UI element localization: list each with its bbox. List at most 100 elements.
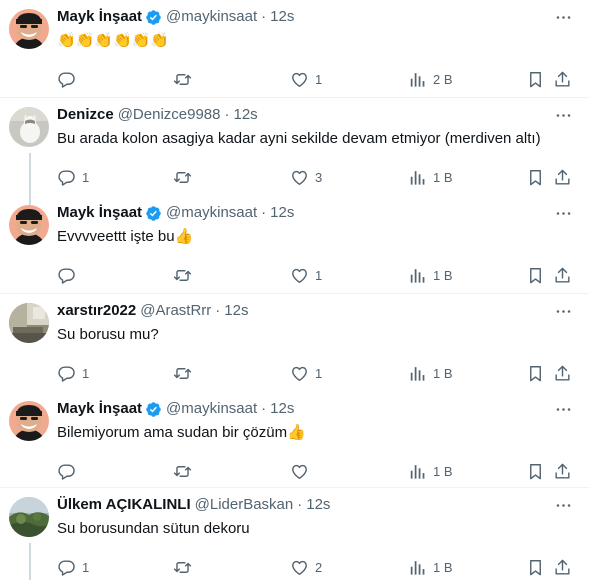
retweet-button[interactable] bbox=[173, 67, 198, 91]
retweet-button[interactable] bbox=[173, 459, 198, 483]
views-button[interactable]: 1 B bbox=[408, 165, 453, 189]
reply-button[interactable]: 1 bbox=[57, 555, 89, 579]
like-count: 2 bbox=[315, 559, 323, 575]
separator-dot: · bbox=[261, 204, 267, 221]
author-handle[interactable]: @Denizce9988 bbox=[118, 105, 221, 125]
author-handle[interactable]: @maykinsaat bbox=[166, 399, 257, 419]
more-options-button[interactable] bbox=[551, 300, 575, 322]
share-button[interactable] bbox=[553, 555, 572, 579]
bookmark-button[interactable] bbox=[526, 67, 545, 91]
retweet-button[interactable] bbox=[173, 555, 198, 579]
timestamp[interactable]: 12s bbox=[234, 105, 258, 125]
reply-button[interactable] bbox=[57, 263, 82, 287]
retweet-icon bbox=[173, 558, 192, 577]
tweet[interactable]: Mayk İnşaat @maykinsaat · 12s 👏👏👏👏👏👏 1 2… bbox=[0, 0, 589, 98]
tweet-header: Mayk İnşaat @maykinsaat · 12s bbox=[57, 7, 579, 27]
action-bar: 1 1 1 B bbox=[57, 361, 579, 385]
more-options-button[interactable] bbox=[551, 202, 575, 224]
like-button[interactable]: 1 bbox=[290, 263, 322, 287]
author-handle[interactable]: @maykinsaat bbox=[166, 203, 257, 223]
tweet[interactable]: Mayk İnşaat @maykinsaat · 12s Bilemiyoru… bbox=[0, 392, 589, 488]
avatar[interactable] bbox=[9, 497, 49, 537]
avatar[interactable] bbox=[9, 9, 49, 49]
separator-dot: · bbox=[261, 8, 267, 25]
bookmark-button[interactable] bbox=[526, 165, 545, 189]
heart-icon bbox=[290, 558, 309, 577]
reply-icon bbox=[57, 462, 76, 481]
avatar[interactable] bbox=[9, 401, 49, 441]
more-options-button[interactable] bbox=[551, 104, 575, 126]
more-options-button[interactable] bbox=[551, 494, 575, 516]
retweet-button[interactable] bbox=[173, 165, 198, 189]
separator-dot: · bbox=[297, 496, 303, 513]
reply-button[interactable] bbox=[57, 67, 82, 91]
author-name[interactable]: Mayk İnşaat bbox=[57, 7, 142, 27]
share-button[interactable] bbox=[553, 67, 572, 91]
reply-count: 1 bbox=[82, 365, 90, 381]
like-button[interactable]: 3 bbox=[290, 165, 322, 189]
timestamp[interactable]: 12s bbox=[306, 495, 330, 515]
share-button[interactable] bbox=[553, 459, 572, 483]
share-button[interactable] bbox=[553, 165, 572, 189]
avatar[interactable] bbox=[9, 303, 49, 343]
author-handle[interactable]: @LiderBaskan bbox=[195, 495, 294, 515]
views-button[interactable]: 2 B bbox=[408, 67, 453, 91]
views-button[interactable]: 1 B bbox=[408, 263, 453, 287]
retweet-icon bbox=[173, 70, 192, 89]
views-button[interactable]: 1 B bbox=[408, 361, 453, 385]
retweet-icon bbox=[173, 364, 192, 383]
bookmark-button[interactable] bbox=[526, 361, 545, 385]
tweet-header: Denizce @Denizce9988 · 12s bbox=[57, 105, 579, 125]
heart-icon bbox=[290, 266, 309, 285]
timestamp[interactable]: 12s bbox=[270, 7, 294, 27]
bookmark-button[interactable] bbox=[526, 459, 545, 483]
author-name[interactable]: Denizce bbox=[57, 105, 114, 125]
retweet-button[interactable] bbox=[173, 361, 198, 385]
view-count: 1 B bbox=[433, 169, 453, 185]
share-button[interactable] bbox=[553, 263, 572, 287]
bookmark-button[interactable] bbox=[526, 263, 545, 287]
analytics-icon bbox=[408, 558, 427, 577]
reply-button[interactable] bbox=[57, 459, 82, 483]
avatar[interactable] bbox=[9, 205, 49, 245]
like-button[interactable] bbox=[290, 459, 315, 483]
more-options-button[interactable] bbox=[551, 398, 575, 420]
reply-button[interactable]: 1 bbox=[57, 361, 89, 385]
analytics-icon bbox=[408, 70, 427, 89]
thread-line bbox=[29, 196, 31, 205]
heart-icon bbox=[290, 70, 309, 89]
tweet-text: Su borusundan sütun dekoru bbox=[57, 520, 250, 537]
tweet[interactable]: xarstır2022 @ArastRrr · 12s Su borusu mu… bbox=[0, 294, 589, 392]
like-button[interactable]: 1 bbox=[290, 67, 322, 91]
tweet[interactable]: Ülkem AÇIKALINLI @LiderBaskan · 12s Su b… bbox=[0, 488, 589, 580]
author-name[interactable]: Ülkem AÇIKALINLI bbox=[57, 495, 191, 515]
timestamp[interactable]: 12s bbox=[270, 203, 294, 223]
like-button[interactable]: 2 bbox=[290, 555, 322, 579]
bookmark-button[interactable] bbox=[526, 555, 545, 579]
retweet-button[interactable] bbox=[173, 263, 198, 287]
author-name[interactable]: Mayk İnşaat bbox=[57, 399, 142, 419]
like-count: 1 bbox=[315, 365, 323, 381]
author-handle[interactable]: @maykinsaat bbox=[166, 7, 257, 27]
view-count: 2 B bbox=[433, 71, 453, 87]
views-button[interactable]: 1 B bbox=[408, 555, 453, 579]
timestamp[interactable]: 12s bbox=[270, 399, 294, 419]
analytics-icon bbox=[408, 168, 427, 187]
reply-button[interactable]: 1 bbox=[57, 165, 89, 189]
more-options-button[interactable] bbox=[551, 6, 575, 28]
share-button[interactable] bbox=[553, 361, 572, 385]
timestamp[interactable]: 12s bbox=[224, 301, 248, 321]
author-handle[interactable]: @ArastRrr bbox=[140, 301, 211, 321]
like-button[interactable]: 1 bbox=[290, 361, 322, 385]
author-name[interactable]: Mayk İnşaat bbox=[57, 203, 142, 223]
tweet-header: Ülkem AÇIKALINLI @LiderBaskan · 12s bbox=[57, 495, 579, 515]
views-button[interactable]: 1 B bbox=[408, 459, 453, 483]
author-name[interactable]: xarstır2022 bbox=[57, 301, 136, 321]
tweet[interactable]: Denizce @Denizce9988 · 12s Bu arada kolo… bbox=[0, 98, 589, 196]
like-count: 1 bbox=[315, 71, 323, 87]
avatar[interactable] bbox=[9, 107, 49, 147]
timeline: Mayk İnşaat @maykinsaat · 12s 👏👏👏👏👏👏 1 2… bbox=[0, 0, 589, 580]
more-dots-icon bbox=[554, 8, 573, 27]
share-icon bbox=[553, 168, 572, 187]
tweet[interactable]: Mayk İnşaat @maykinsaat · 12s Evvvveettt… bbox=[0, 196, 589, 294]
